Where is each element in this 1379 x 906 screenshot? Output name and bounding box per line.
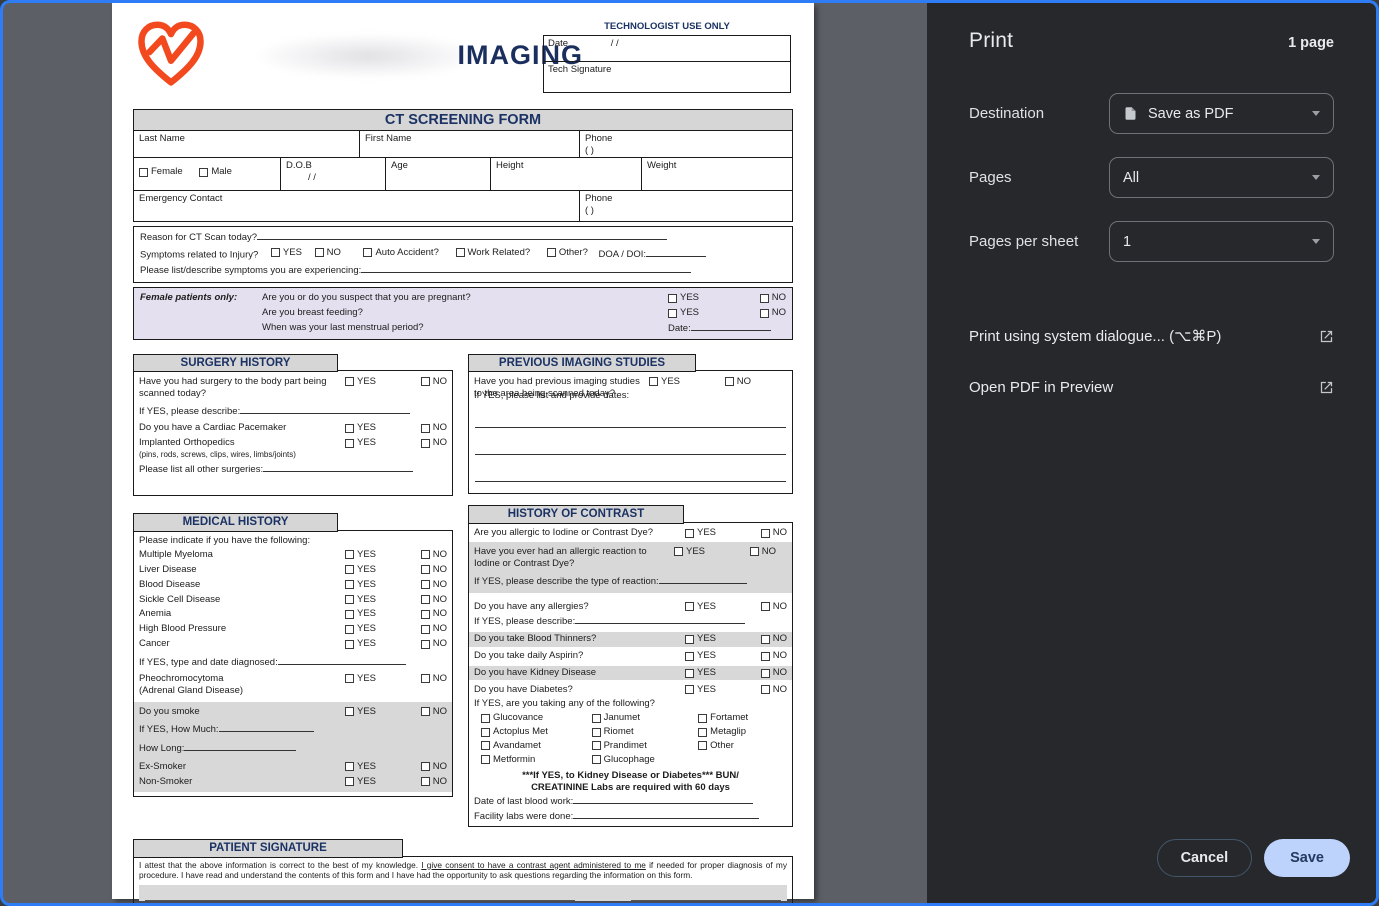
female-checkbox	[139, 168, 148, 177]
tech-signature-row: Tech Signature	[544, 62, 790, 92]
page-count: 1 page	[1288, 35, 1334, 51]
male-checkbox	[199, 168, 208, 177]
previous-imaging-box: Have you had previous imaging studies to…	[468, 370, 793, 494]
destination-value: Save as PDF	[1148, 106, 1233, 122]
destination-dropdown[interactable]: Save as PDF	[1109, 93, 1334, 134]
panel-title: Print	[969, 29, 1013, 53]
breastfeeding-no-checkbox	[760, 309, 769, 318]
surgery-history-box: Have you had surgery to the body part be…	[133, 370, 453, 496]
pages-dropdown[interactable]: All	[1109, 157, 1334, 198]
print-settings-panel: Print 1 page Destination Save as PDF Pag…	[927, 3, 1376, 903]
pages-label: Pages	[969, 169, 1109, 186]
labs-note: ***If YES, to Kidney Disease or Diabetes…	[469, 768, 792, 795]
medical-history-title: MEDICAL HISTORY	[133, 513, 338, 531]
print-preview-area[interactable]: IMAGING TECHNOLOGIST USE ONLY Date / / T…	[3, 3, 927, 903]
work-related-checkbox	[456, 248, 465, 257]
external-link-icon	[1319, 380, 1334, 395]
pdf-document-icon	[1123, 105, 1138, 122]
patient-signature-section: PATIENT SIGNATURE I attest that the abov…	[133, 839, 793, 906]
demographics-table: Last Name First Name Phone ( ) Female Ma…	[133, 131, 793, 222]
form-title: CT SCREENING FORM	[133, 109, 793, 131]
save-button[interactable]: Save	[1264, 839, 1350, 877]
injury-line: Symptoms related to Injury? YES NO Auto …	[140, 247, 786, 261]
tech-date-row: Date / /	[544, 36, 790, 62]
form-header: IMAGING TECHNOLOGIST USE ONLY Date / / T…	[133, 13, 793, 109]
patient-signature-title: PATIENT SIGNATURE	[133, 839, 403, 857]
reason-section: Reason for CT Scan today? Symptoms relat…	[133, 226, 793, 283]
emergency-phone-field: Phone ( )	[580, 191, 792, 221]
dob-field: D.O.B / /	[281, 158, 386, 190]
chevron-down-icon	[1312, 239, 1320, 244]
history-of-contrast-box: Are you allergic to Iodine or Contrast D…	[468, 522, 793, 828]
signature-line	[145, 900, 575, 901]
other-checkbox	[547, 248, 556, 257]
pregnant-yes-checkbox	[668, 294, 677, 303]
technologist-box: TECHNOLOGIST USE ONLY Date / / Tech Sign…	[543, 21, 791, 93]
chevron-down-icon	[1312, 175, 1320, 180]
female-patients-section: Female patients only: Are you or do you …	[133, 287, 793, 340]
heart-logo-icon	[135, 17, 207, 97]
reason-line: Reason for CT Scan today?	[140, 231, 786, 244]
history-of-contrast-title: HISTORY OF CONTRAST	[468, 505, 684, 523]
external-link-icon	[1319, 329, 1334, 344]
allergic-reaction-block: Have you ever had an allergic reaction t…	[469, 542, 792, 593]
phone-field: Phone ( )	[580, 131, 792, 157]
brand-text: IMAGING	[283, 39, 583, 73]
document-page: IMAGING TECHNOLOGIST USE ONLY Date / / T…	[112, 3, 814, 899]
injury-no-checkbox	[315, 248, 324, 257]
system-dialog-link[interactable]: Print using system dialogue... (⌥⌘P)	[969, 327, 1334, 345]
injury-yes-checkbox	[271, 248, 280, 257]
auto-accident-checkbox	[363, 248, 372, 257]
print-dialog-window: IMAGING TECHNOLOGIST USE ONLY Date / / T…	[0, 0, 1379, 906]
destination-label: Destination	[969, 105, 1109, 122]
breastfeeding-yes-checkbox	[668, 309, 677, 318]
pages-per-sheet-dropdown[interactable]: 1	[1109, 221, 1334, 262]
previous-imaging-title: PREVIOUS IMAGING STUDIES	[468, 354, 696, 372]
signature-lines	[139, 885, 787, 901]
attestation-text: I attest that the above information is c…	[139, 860, 787, 882]
date-line	[631, 900, 781, 901]
open-pdf-preview-link[interactable]: Open PDF in Preview	[969, 379, 1334, 396]
emergency-contact-field: Emergency Contact	[134, 191, 580, 221]
weight-field: Weight	[642, 158, 792, 190]
pregnant-no-checkbox	[760, 294, 769, 303]
symptoms-line: Please list/describe symptoms you are ex…	[140, 264, 786, 277]
sex-field: Female Male	[134, 158, 281, 190]
pages-per-sheet-value: 1	[1123, 234, 1131, 250]
medical-history-box: Please indicate if you have the followin…	[133, 530, 453, 798]
age-field: Age	[386, 158, 491, 190]
pages-per-sheet-label: Pages per sheet	[969, 233, 1109, 250]
technologist-title: TECHNOLOGIST USE ONLY	[543, 21, 791, 33]
pages-value: All	[1123, 170, 1139, 186]
first-name-field: First Name	[360, 131, 580, 157]
surgery-history-title: SURGERY HISTORY	[133, 354, 338, 372]
smoking-block: Do you smoke YES NO If YES, How Much: Ho…	[134, 702, 452, 792]
last-name-field: Last Name	[134, 131, 360, 157]
cancel-button[interactable]: Cancel	[1157, 839, 1253, 877]
chevron-down-icon	[1312, 111, 1320, 116]
diabetes-medications-list: Glucovance Actoplus Met Avandamet Metfor…	[469, 711, 792, 768]
height-field: Height	[491, 158, 642, 190]
